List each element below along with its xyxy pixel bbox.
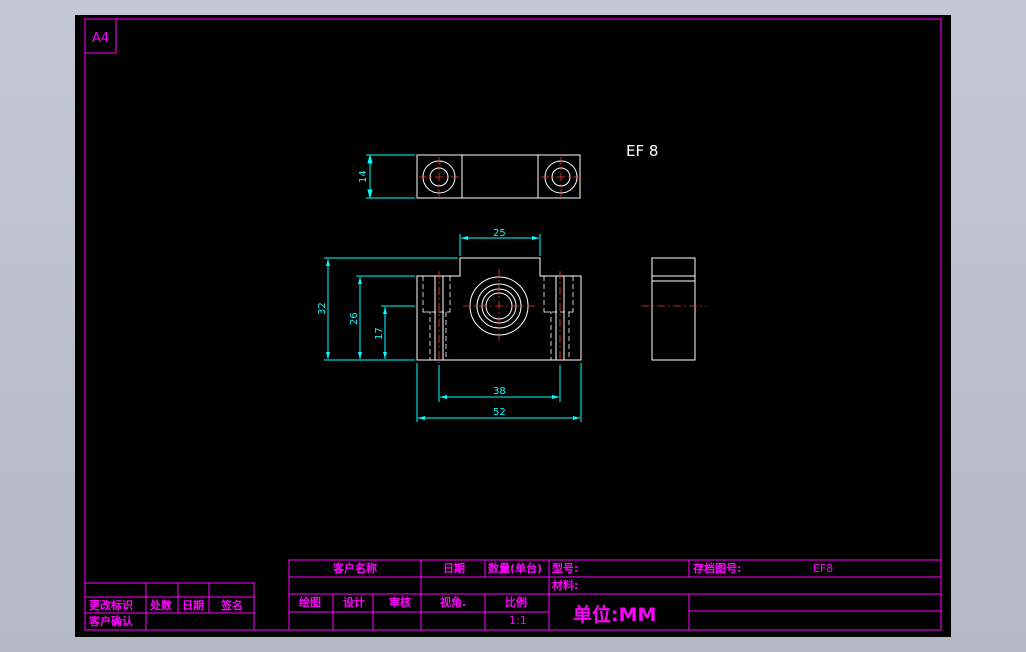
top-view [416, 154, 581, 199]
drawing-no-value: EF8 [813, 562, 833, 575]
quantity-label: 数量(单台) [488, 561, 542, 575]
scale-label: 比例 [505, 595, 527, 609]
dim-25: 25 [493, 228, 506, 239]
dim-26: 26 [349, 312, 360, 325]
dim-14: 14 [358, 170, 369, 183]
model-label: 型号: [552, 561, 578, 575]
unit-label: 单位:MM [573, 603, 656, 626]
material-label: 材料: [552, 578, 578, 592]
location-label: 处数 [149, 598, 173, 612]
scale-value: 1:1 [509, 614, 527, 627]
view-angle-label: 视角. [440, 595, 466, 609]
customer-name-label: 客户名称 [332, 561, 377, 575]
inner-border [84, 18, 942, 631]
dim-17: 17 [374, 327, 385, 340]
side-view [651, 257, 696, 361]
drawn-label: 绘图 [299, 595, 321, 609]
sheet-size-label: A4 [92, 31, 109, 46]
drawing-no-label: 存档图号: [693, 561, 741, 575]
dim-top-view-height [366, 154, 415, 199]
change-mark-label: 更改标识 [89, 598, 133, 612]
customer-confirm-label: 客户确认 [88, 614, 134, 628]
dim-38: 38 [493, 386, 506, 397]
drawing-canvas: A4 EF 8 14 25 32 26 17 38 52 客户名称 日期 数量(… [84, 18, 942, 631]
review-label: 审核 [389, 595, 411, 609]
revision-date-label: 日期 [182, 598, 204, 612]
signature-label: 签名 [220, 598, 243, 612]
dim-32: 32 [317, 302, 328, 315]
dim-52: 52 [493, 407, 506, 418]
date-label: 日期 [443, 561, 465, 575]
part-title: EF 8 [626, 142, 658, 160]
design-label: 设计 [343, 595, 365, 609]
drawing-sheet: A4 EF 8 14 25 32 26 17 38 52 客户名称 日期 数量(… [75, 15, 951, 637]
